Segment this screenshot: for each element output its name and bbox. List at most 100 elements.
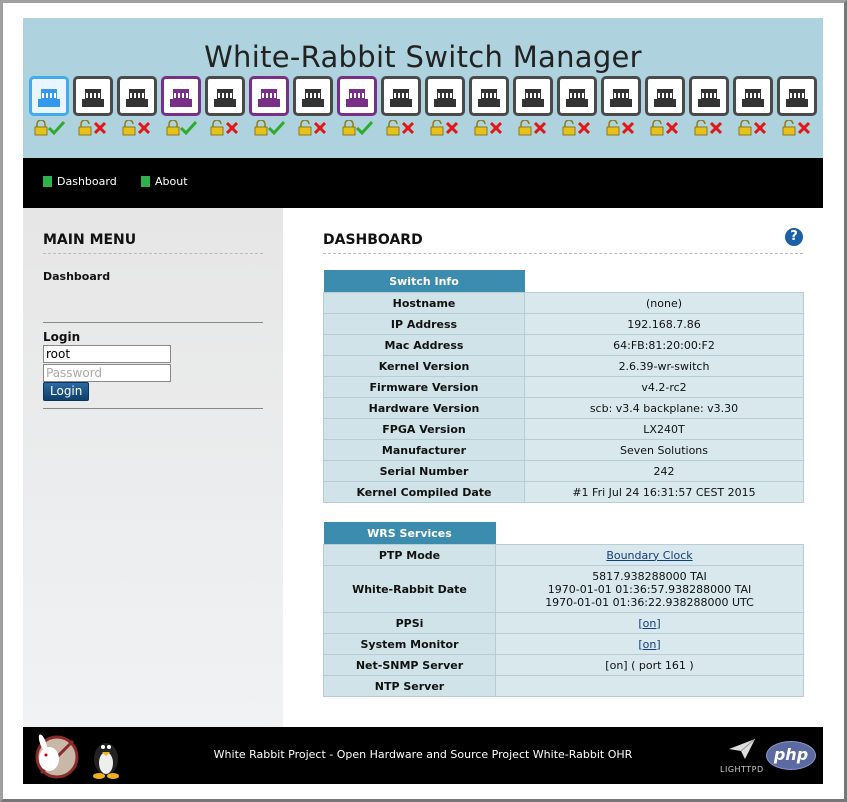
port-status-icons [782, 120, 811, 136]
table-row: Kernel Version 2.6.39-wr-switch [323, 355, 804, 377]
ethernet-port-icon [117, 76, 157, 116]
port-11[interactable] [469, 76, 509, 138]
row-key: Serial Number [323, 460, 525, 482]
divider [43, 322, 263, 323]
port-18[interactable] [777, 76, 817, 138]
rj45-jack-icon [610, 89, 632, 107]
login-button[interactable]: Login [43, 382, 90, 401]
table-row: IP Address 192.168.7.86 [323, 313, 804, 335]
port-5[interactable] [205, 76, 245, 138]
port-2[interactable] [73, 76, 113, 138]
ethernet-port-icon [425, 76, 465, 116]
help-icon[interactable]: ? [785, 228, 803, 246]
rj45-jack-icon [126, 89, 148, 107]
port-status-icons [254, 120, 286, 136]
ptp-mode-link[interactable]: Boundary Clock [606, 549, 692, 562]
header: White-Rabbit Switch Manager [23, 18, 823, 158]
port-14[interactable] [601, 76, 641, 138]
row-key: PPSi [323, 612, 496, 634]
row-value: 242 [524, 460, 804, 482]
nav-item-about[interactable]: About [141, 176, 188, 190]
page-title: White-Rabbit Switch Manager [204, 40, 642, 74]
rj45-jack-icon [434, 89, 456, 107]
ethernet-port-icon [381, 76, 421, 116]
row-key: Mac Address [323, 334, 525, 356]
ethernet-port-icon [161, 76, 201, 116]
nav-item-dashboard[interactable]: Dashboard [43, 176, 117, 190]
port-16[interactable] [689, 76, 729, 138]
password-field[interactable] [43, 364, 171, 382]
row-value: Seven Solutions [524, 439, 804, 461]
system-monitor-toggle-link[interactable]: [on] [638, 638, 660, 651]
table-row: PPSi [on] [323, 612, 804, 634]
port-status-icons [210, 120, 239, 136]
port-status-bar [29, 76, 819, 138]
main-heading: DASHBOARD [323, 232, 423, 248]
port-4[interactable] [161, 76, 201, 138]
table-header: Switch Info [323, 270, 525, 293]
rj45-jack-icon [742, 89, 764, 107]
rj45-jack-icon [302, 89, 324, 107]
lighttpd-logo: LIGHTTPD [720, 765, 764, 774]
row-value: Boundary Clock [495, 544, 804, 566]
rj45-jack-icon [38, 89, 60, 107]
row-key: Manufacturer [323, 439, 525, 461]
port-12[interactable] [513, 76, 553, 138]
row-value [495, 675, 804, 697]
green-square-icon [43, 176, 52, 187]
sidebar: MAIN MENU Dashboard Login Login [23, 208, 283, 727]
row-key: White-Rabbit Date [323, 565, 496, 613]
paper-plane-icon [729, 738, 756, 759]
port-status-icons [694, 120, 723, 136]
rj45-jack-icon [786, 89, 808, 107]
footer-text: White Rabbit Project - Open Hardware and… [213, 748, 633, 761]
port-6[interactable] [249, 76, 289, 138]
ethernet-port-icon [249, 76, 289, 116]
rj45-jack-icon [698, 89, 720, 107]
ethernet-port-icon [777, 76, 817, 116]
row-value: [on] ( port 161 ) [495, 654, 804, 676]
wr-date-line: 1970-01-01 01:36:22.938288000 UTC [545, 595, 754, 609]
rj45-jack-icon [390, 89, 412, 107]
rj45-jack-icon [170, 89, 192, 107]
port-17[interactable] [733, 76, 773, 138]
row-value: 2.6.39-wr-switch [524, 355, 804, 377]
row-key: PTP Mode [323, 544, 496, 566]
ethernet-port-icon [337, 76, 377, 116]
row-value: 5817.938288000 TAI 1970-01-01 01:36:57.9… [495, 565, 804, 613]
ppsi-toggle-link[interactable]: [on] [638, 617, 660, 630]
row-key: Hostname [323, 292, 525, 314]
username-field[interactable] [43, 345, 171, 363]
table-row: Net-SNMP Server [on] ( port 161 ) [323, 654, 804, 676]
ethernet-port-icon [645, 76, 685, 116]
port-10[interactable] [425, 76, 465, 138]
table-row: Manufacturer Seven Solutions [323, 439, 804, 461]
port-13[interactable] [557, 76, 597, 138]
ethernet-port-icon [293, 76, 333, 116]
wr-date-line: 1970-01-01 01:36:57.938288000 TAI [547, 582, 752, 596]
port-status-icons [386, 120, 415, 136]
table-row: NTP Server [323, 675, 804, 697]
ethernet-port-icon [29, 76, 69, 116]
port-status-icons [430, 120, 459, 136]
table-row: Hostname (none) [323, 292, 804, 314]
port-9[interactable] [381, 76, 421, 138]
footer: White Rabbit Project - Open Hardware and… [23, 727, 823, 784]
row-value: 64:FB:81:20:00:F2 [524, 334, 804, 356]
port-15[interactable] [645, 76, 685, 138]
port-7[interactable] [293, 76, 333, 138]
port-status-icons [34, 120, 66, 136]
port-status-icons [738, 120, 767, 136]
sidebar-item-dashboard[interactable]: Dashboard [43, 270, 110, 283]
port-status-icons [342, 120, 374, 136]
table-header: WRS Services [323, 522, 496, 545]
rj45-jack-icon [522, 89, 544, 107]
port-1[interactable] [29, 76, 69, 138]
port-3[interactable] [117, 76, 157, 138]
rj45-jack-icon [82, 89, 104, 107]
row-value: (none) [524, 292, 804, 314]
top-navbar: Dashboard About [23, 158, 823, 208]
port-8[interactable] [337, 76, 377, 138]
row-value: [on] [495, 612, 804, 634]
rj45-jack-icon [654, 89, 676, 107]
